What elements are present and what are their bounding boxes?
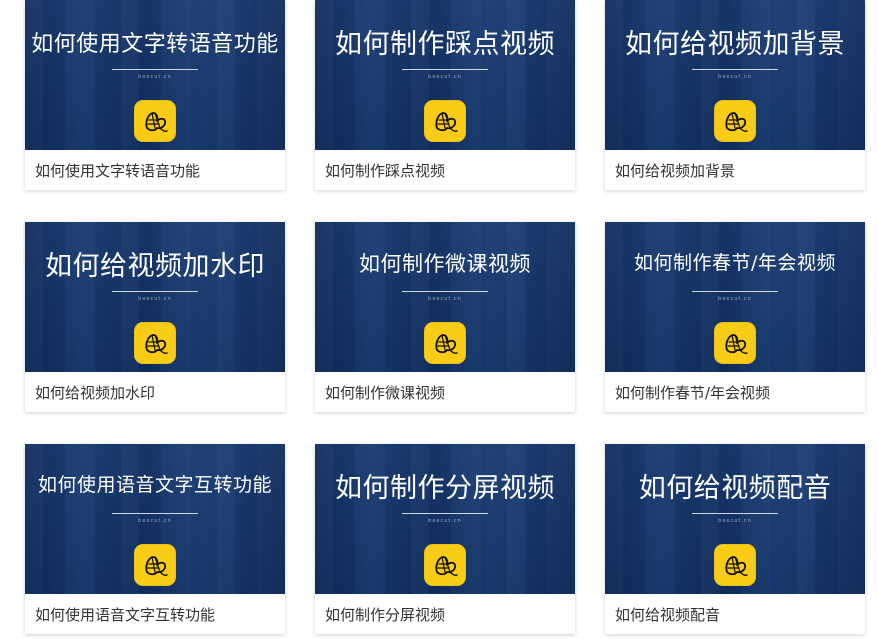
thumbnail-divider-3 <box>692 69 778 70</box>
tutorial-thumbnail-7[interactable]: 如何使用语音文字互转功能 beecut.cn <box>25 444 285 594</box>
bee-logo-icon <box>424 544 466 586</box>
thumbnail-title-2: 如何制作踩点视频 <box>335 29 555 60</box>
tutorial-caption-7[interactable]: 如何使用语音文字互转功能 <box>25 594 285 634</box>
tutorial-thumbnail-5[interactable]: 如何制作微课视频 beecut.cn <box>315 222 575 372</box>
tutorial-thumbnail-6[interactable]: 如何制作春节/年会视频 beecut.cn <box>605 222 865 372</box>
thumbnail-divider-5 <box>402 291 488 292</box>
tutorial-card-6[interactable]: 如何制作春节/年会视频 beecut.cn 如何制作春节/年会视频 <box>605 222 865 412</box>
bee-logo-glyph-icon <box>145 556 168 577</box>
thumbnail-site-5: beecut.cn <box>428 296 462 302</box>
tutorial-card-1[interactable]: 如何使用文字转语音功能 beecut.cn 如何使用文字转语音功能 <box>25 0 285 190</box>
thumbnail-site-1: beecut.cn <box>138 74 172 80</box>
bee-logo-glyph-icon <box>435 556 458 577</box>
thumbnail-site-9: beecut.cn <box>718 518 752 524</box>
thumbnail-divider-8 <box>402 513 488 514</box>
bee-logo-glyph-icon <box>435 334 458 355</box>
tutorial-grid: 如何使用文字转语音功能 beecut.cn 如何使用文字转语音功能 如何制作踩点… <box>0 0 878 639</box>
tutorial-caption-9[interactable]: 如何给视频配音 <box>605 594 865 634</box>
thumbnail-site-6: beecut.cn <box>718 296 752 302</box>
thumbnail-title-7: 如何使用语音文字互转功能 <box>37 474 272 496</box>
bee-logo-glyph-icon <box>435 112 458 133</box>
bee-logo-icon <box>134 544 176 586</box>
thumbnail-site-7: beecut.cn <box>138 518 172 524</box>
tutorial-caption-5[interactable]: 如何制作微课视频 <box>315 372 575 412</box>
thumbnail-title-4: 如何给视频加水印 <box>45 251 265 282</box>
tutorial-card-4[interactable]: 如何给视频加水印 beecut.cn 如何给视频加水印 <box>25 222 285 412</box>
thumbnail-title-6: 如何制作春节/年会视频 <box>634 252 836 274</box>
tutorial-thumbnail-1[interactable]: 如何使用文字转语音功能 beecut.cn <box>25 0 285 150</box>
thumbnail-divider-6 <box>692 291 778 292</box>
tutorial-card-8[interactable]: 如何制作分屏视频 beecut.cn 如何制作分屏视频 <box>315 444 575 634</box>
bee-logo-icon <box>714 544 756 586</box>
thumbnail-divider-2 <box>402 69 488 70</box>
tutorial-caption-3[interactable]: 如何给视频加背景 <box>605 150 865 190</box>
tutorial-caption-2[interactable]: 如何制作踩点视频 <box>315 150 575 190</box>
thumbnail-site-3: beecut.cn <box>718 74 752 80</box>
thumbnail-site-8: beecut.cn <box>428 518 462 524</box>
tutorial-caption-4[interactable]: 如何给视频加水印 <box>25 372 285 412</box>
thumbnail-title-9: 如何给视频配音 <box>638 473 832 504</box>
tutorial-caption-6[interactable]: 如何制作春节/年会视频 <box>605 372 865 412</box>
thumbnail-title-3: 如何给视频加背景 <box>625 29 845 60</box>
thumbnail-divider-7 <box>112 513 198 514</box>
tutorial-thumbnail-4[interactable]: 如何给视频加水印 beecut.cn <box>25 222 285 372</box>
bee-logo-icon <box>424 322 466 364</box>
tutorial-thumbnail-2[interactable]: 如何制作踩点视频 beecut.cn <box>315 0 575 150</box>
bee-logo-glyph-icon <box>145 112 168 133</box>
tutorial-thumbnail-8[interactable]: 如何制作分屏视频 beecut.cn <box>315 444 575 594</box>
tutorial-card-5[interactable]: 如何制作微课视频 beecut.cn 如何制作微课视频 <box>315 222 575 412</box>
bee-logo-icon <box>714 100 756 142</box>
tutorial-caption-1[interactable]: 如何使用文字转语音功能 <box>25 150 285 190</box>
tutorial-thumbnail-3[interactable]: 如何给视频加背景 beecut.cn <box>605 0 865 150</box>
thumbnail-title-8: 如何制作分屏视频 <box>335 473 555 504</box>
tutorial-card-7[interactable]: 如何使用语音文字互转功能 beecut.cn 如何使用语音文字互转功能 <box>25 444 285 634</box>
bee-logo-glyph-icon <box>145 334 168 355</box>
tutorial-caption-8[interactable]: 如何制作分屏视频 <box>315 594 575 634</box>
bee-logo-glyph-icon <box>725 112 748 133</box>
thumbnail-title-5: 如何制作微课视频 <box>359 252 531 276</box>
tutorial-card-9[interactable]: 如何给视频配音 beecut.cn 如何给视频配音 <box>605 444 865 634</box>
thumbnail-site-4: beecut.cn <box>138 296 172 302</box>
thumbnail-divider-4 <box>112 291 198 292</box>
thumbnail-site-2: beecut.cn <box>428 74 462 80</box>
thumbnail-divider-9 <box>692 513 778 514</box>
tutorial-card-3[interactable]: 如何给视频加背景 beecut.cn 如何给视频加背景 <box>605 0 865 190</box>
bee-logo-icon <box>424 100 466 142</box>
bee-logo-icon <box>714 322 756 364</box>
bee-logo-icon <box>134 100 176 142</box>
tutorial-thumbnail-9[interactable]: 如何给视频配音 beecut.cn <box>605 444 865 594</box>
bee-logo-glyph-icon <box>725 334 748 355</box>
tutorial-card-2[interactable]: 如何制作踩点视频 beecut.cn 如何制作踩点视频 <box>315 0 575 190</box>
thumbnail-divider-1 <box>112 69 198 70</box>
bee-logo-glyph-icon <box>725 556 748 577</box>
thumbnail-title-1: 如何使用文字转语音功能 <box>31 32 279 57</box>
bee-logo-icon <box>134 322 176 364</box>
